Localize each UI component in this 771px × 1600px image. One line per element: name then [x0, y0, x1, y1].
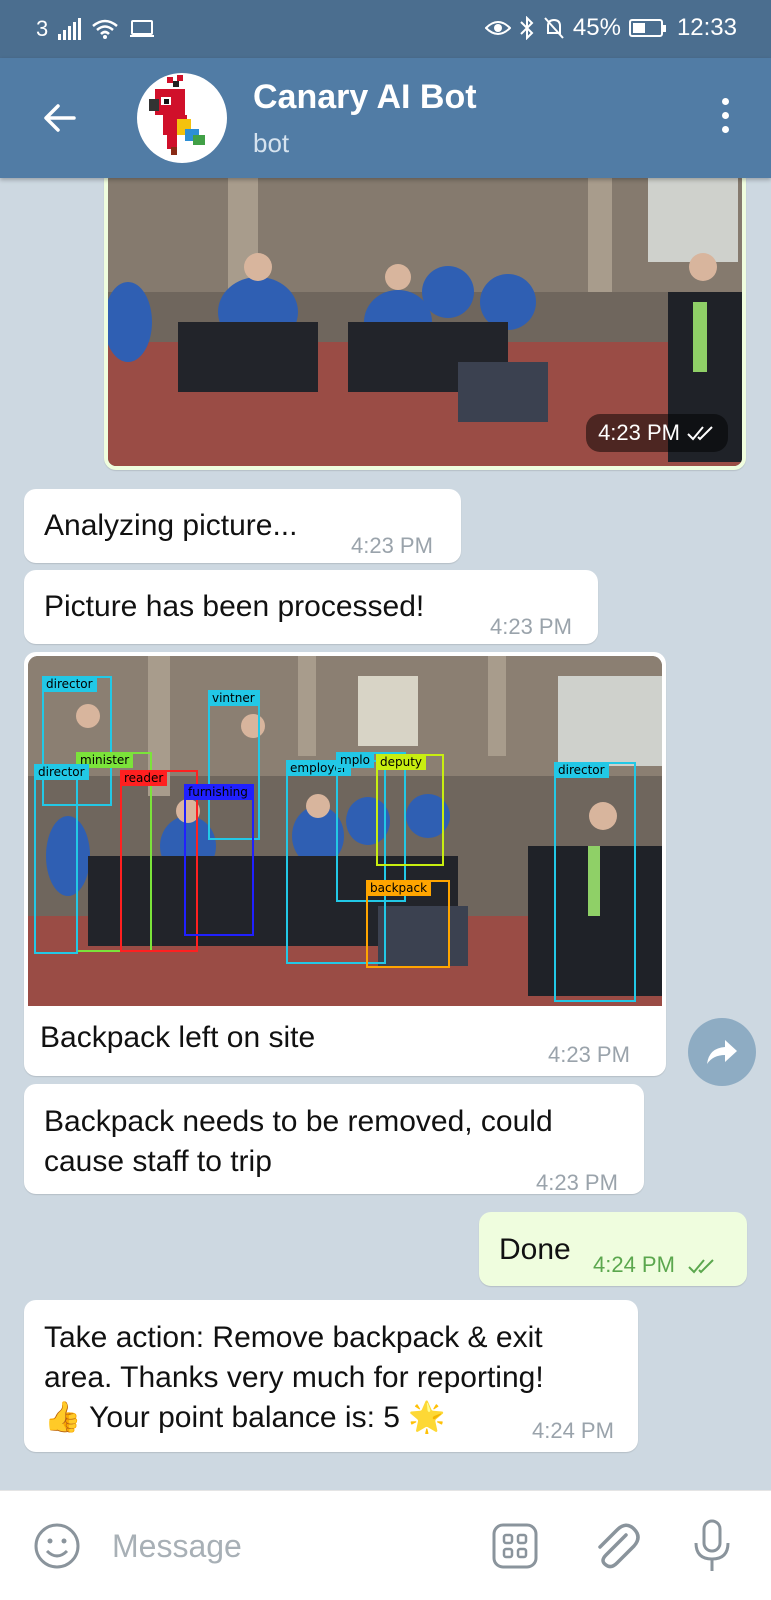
signal-icon: [58, 18, 82, 40]
smiley-icon: [34, 1523, 80, 1569]
bluetooth-icon: [520, 16, 534, 40]
share-arrow-icon: [707, 1040, 737, 1064]
parrot-logo-icon: [149, 75, 205, 155]
glowing-star-emoji: 🌟: [408, 1401, 446, 1434]
message-time-text: 4:24 PM: [593, 1252, 675, 1277]
incoming-message[interactable]: Backpack needs to be removed, could caus…: [24, 1084, 644, 1195]
detection-box: furnishing: [184, 784, 254, 936]
detection-label: reader: [120, 770, 168, 786]
chat-header: Canary AI Bot bot: [0, 58, 771, 178]
clock: 12:33: [676, 14, 737, 41]
message-time: 4:23 PM: [536, 1170, 618, 1195]
message-text-line: Take action: Remove backpack & exit: [44, 1321, 543, 1354]
annotated-photo-message[interactable]: director vintner minister director reade…: [24, 652, 666, 1076]
photo-caption: Backpack left on site: [40, 1021, 316, 1054]
dot-icon: [721, 112, 729, 119]
battery-fill: [632, 23, 645, 33]
bot-avatar[interactable]: [137, 73, 227, 163]
attach-button[interactable]: [590, 1519, 640, 1573]
voice-record-button[interactable]: [690, 1517, 734, 1575]
detection-label: furnishing: [184, 784, 252, 800]
more-menu-button[interactable]: [717, 98, 733, 138]
incoming-message[interactable]: Analyzing picture... 4:23 PM: [24, 489, 461, 563]
photo-timestamp: 4:23 PM: [586, 414, 728, 452]
message-time: 4:24 PM: [532, 1418, 614, 1443]
thumbs-up-emoji: 👍: [44, 1401, 82, 1434]
battery-icon: [628, 19, 666, 37]
detection-label: director: [554, 762, 609, 778]
status-bar: 3 45% 12:33: [0, 0, 771, 58]
chat-subtitle: bot: [253, 128, 290, 158]
detection-label: mplo: [336, 752, 374, 768]
detection-box: deputy: [376, 754, 444, 866]
detection-box: director: [554, 762, 636, 1002]
status-left: 3: [36, 16, 155, 42]
detection-label: director: [34, 764, 89, 780]
message-time: 4:23 PM: [490, 614, 572, 639]
message-text: Analyzing picture...: [44, 509, 298, 542]
dot-icon: [721, 126, 729, 133]
arrow-left-icon: [44, 104, 76, 132]
conference-photo[interactable]: 4:23 PM: [108, 178, 742, 466]
message-time: 4:23 PM: [351, 533, 433, 558]
message-text-line: area. Thanks very much for reporting!: [44, 1361, 544, 1394]
double-check-icon: [687, 426, 713, 441]
wifi-icon: [92, 19, 119, 39]
message-time: 4:23 PM: [548, 1042, 630, 1067]
message-text-line: 👍 Your point balance is: 5 🌟: [44, 1398, 446, 1438]
incoming-message[interactable]: Take action: Remove backpack & exit area…: [24, 1300, 638, 1452]
keyboard-grid-icon: [492, 1523, 538, 1569]
emoji-button[interactable]: [32, 1521, 82, 1571]
message-time: 4:24 PM: [593, 1252, 717, 1278]
detection-photo[interactable]: director vintner minister director reade…: [28, 656, 662, 1006]
chat-title[interactable]: Canary AI Bot: [253, 78, 477, 117]
photo-message[interactable]: 4:23 PM: [104, 178, 746, 470]
forward-button[interactable]: [688, 1018, 756, 1086]
outgoing-message[interactable]: Done 4:24 PM: [479, 1212, 747, 1286]
screen-cast-icon: [130, 20, 155, 37]
eye-icon: [484, 21, 511, 35]
detection-label: deputy: [376, 754, 427, 770]
carrier-label: 3: [36, 16, 49, 41]
double-check-icon: [688, 1259, 714, 1274]
message-text: Picture has been processed!: [44, 590, 425, 623]
message-list[interactable]: 4:23 PM Analyzing picture... 4:23 PM Pic…: [0, 178, 771, 1490]
message-input-bar: [0, 1490, 771, 1600]
incoming-message[interactable]: Picture has been processed! 4:23 PM: [24, 570, 598, 644]
detection-label: backpack: [366, 880, 432, 896]
message-text: Done: [499, 1233, 571, 1266]
detection-label: director: [42, 676, 97, 692]
message-input[interactable]: [112, 1521, 472, 1571]
status-right: 45% 12:33: [484, 14, 737, 42]
detection-box: backpack: [366, 880, 450, 968]
microphone-icon: [694, 1519, 730, 1571]
dot-icon: [721, 98, 729, 105]
mute-bell-icon: [544, 17, 564, 39]
photo-time: 4:23 PM: [598, 420, 680, 445]
back-button[interactable]: [38, 96, 82, 140]
point-balance-text: Your point balance is: 5: [89, 1401, 400, 1434]
detection-box: director: [34, 764, 89, 954]
bot-commands-button[interactable]: [490, 1521, 540, 1571]
detection-label: vintner: [208, 690, 259, 706]
battery-percent: 45%: [572, 14, 621, 41]
paperclip-icon: [598, 1523, 640, 1569]
